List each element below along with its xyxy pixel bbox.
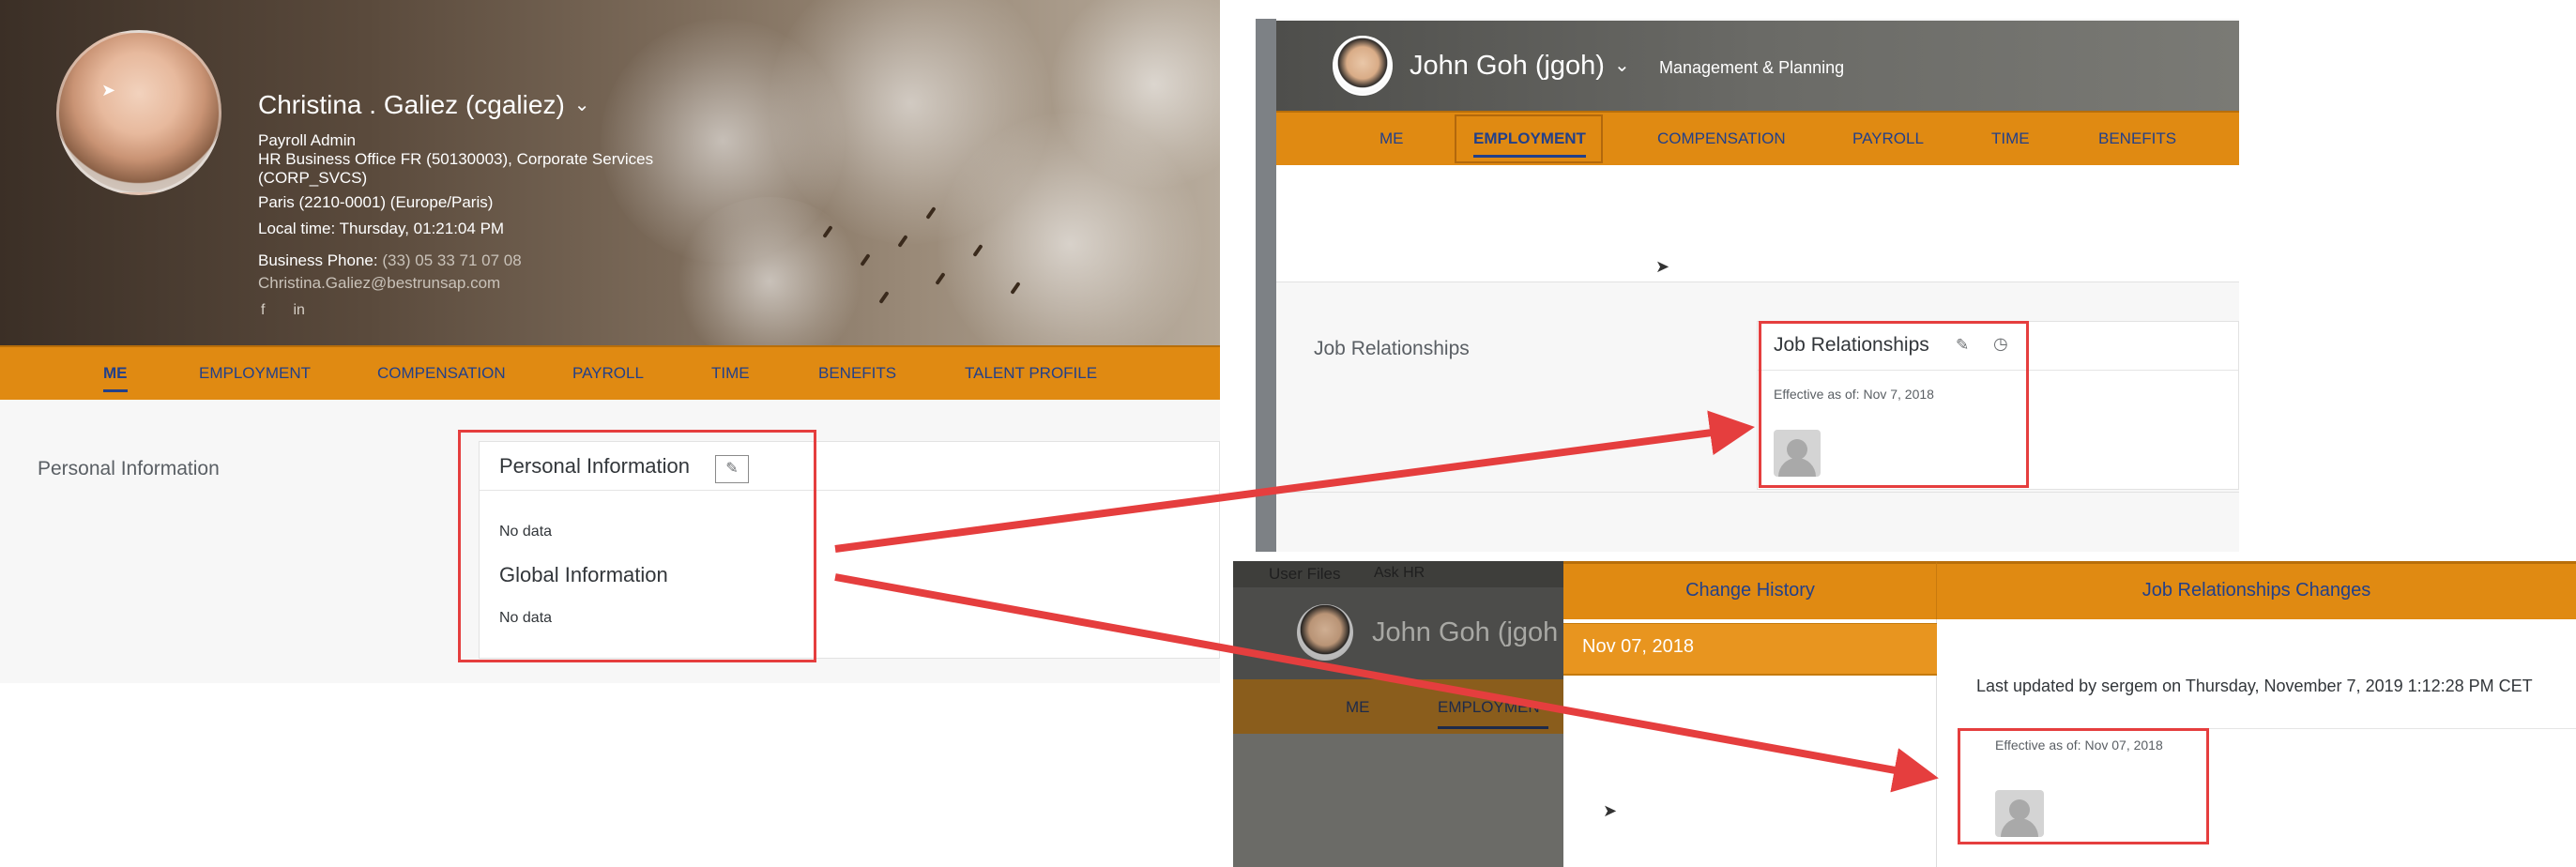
- tab-me[interactable]: ME: [1379, 129, 1404, 148]
- tab-payroll[interactable]: PAYROLL: [1852, 129, 1924, 148]
- tab-talent-profile[interactable]: TALENT PROFILE: [965, 364, 1097, 383]
- background-tab-employment: EMPLOYMEN: [1438, 698, 1540, 716]
- last-updated-text: Last updated by sergem on Thursday, Nove…: [1976, 677, 2533, 695]
- linkedin-icon[interactable]: in: [293, 302, 304, 318]
- highlight-box-change-record: [1958, 728, 2209, 844]
- mouse-cursor-icon: ➤: [1603, 801, 1618, 820]
- changes-title: Job Relationships Changes: [2142, 580, 2371, 601]
- tab-benefits[interactable]: BENEFITS: [2098, 129, 2176, 148]
- background-tab-me: ME: [1346, 698, 1370, 716]
- job-title: Payroll Admin: [258, 131, 356, 149]
- tab-benefits[interactable]: BENEFITS: [818, 364, 896, 383]
- chevron-down-icon[interactable]: ⌄: [1614, 53, 1630, 77]
- tab-compensation[interactable]: COMPENSATION: [377, 364, 506, 383]
- section-divider: [1276, 492, 2239, 493]
- employee-name-text: Christina . Galiez (cgaliez): [258, 90, 565, 119]
- ask-hr-link[interactable]: Ask HR: [1374, 565, 1425, 582]
- avatar[interactable]: [56, 30, 221, 195]
- history-date: Nov 07, 2018: [1582, 636, 1694, 657]
- highlight-box-job-relationships: [1759, 321, 2029, 488]
- office-line-2: (CORP_SVCS): [258, 169, 368, 187]
- office-line: HR Business Office FR (50130003), Corpor…: [258, 150, 654, 168]
- facebook-icon[interactable]: f: [261, 302, 265, 318]
- background-tab-underline: [1438, 726, 1548, 729]
- tab-time[interactable]: TIME: [711, 364, 750, 383]
- phone-label: Business Phone:: [258, 251, 378, 269]
- phone-value[interactable]: (33) 05 33 71 07 08: [382, 251, 521, 269]
- avatar: [1297, 604, 1353, 661]
- department: Management & Planning: [1659, 58, 1845, 77]
- highlight-box-personal-info: [458, 430, 816, 662]
- business-phone: Business Phone: (33) 05 33 71 07 08: [258, 251, 522, 270]
- mouse-cursor-icon: ➤: [1655, 257, 1670, 276]
- avatar[interactable]: [1333, 36, 1393, 96]
- user-files-link[interactable]: User Files: [1269, 565, 1341, 584]
- chevron-down-icon[interactable]: ⌄: [574, 93, 590, 116]
- profile-tab-bar: ME EMPLOYMENT COMPENSATION PAYROLL TIME …: [0, 345, 1220, 400]
- tab-payroll[interactable]: PAYROLL: [572, 364, 644, 383]
- background-body: [1233, 734, 1563, 867]
- email-link[interactable]: Christina.Galiez@bestrunsap.com: [258, 274, 500, 293]
- social-links: f in: [261, 302, 333, 319]
- tab-time[interactable]: TIME: [1991, 129, 2030, 148]
- tab-me[interactable]: ME: [103, 364, 128, 392]
- background-employee-name: John Goh (jgoh: [1372, 617, 1559, 647]
- left-edge-bar: [1256, 19, 1276, 552]
- employee-name[interactable]: Christina . Galiez (cgaliez) ⌄: [258, 90, 590, 120]
- employee-name-text: John Goh (jgoh): [1410, 51, 1605, 81]
- tab-employment[interactable]: EMPLOYMENT: [199, 364, 311, 383]
- change-history-title: Change History: [1685, 580, 1815, 601]
- mouse-cursor-icon: ➤: [101, 81, 116, 99]
- employee-name[interactable]: John Goh (jgoh) ⌄: [1410, 51, 1630, 82]
- profile-tab-bar: ME EMPLOYMENT COMPENSATION PAYROLL TIME …: [1276, 111, 2239, 165]
- section-label: Job Relationships: [1314, 338, 1470, 359]
- section-label: Personal Information: [38, 458, 220, 479]
- blank-area: [1276, 165, 2239, 281]
- location: Paris (2210-0001) (Europe/Paris): [258, 193, 494, 211]
- section-divider: [1276, 281, 2239, 282]
- local-time: Local time: Thursday, 01:21:04 PM: [258, 220, 505, 237]
- tab-focus-outline: [1455, 114, 1603, 163]
- tab-compensation[interactable]: COMPENSATION: [1657, 129, 1786, 148]
